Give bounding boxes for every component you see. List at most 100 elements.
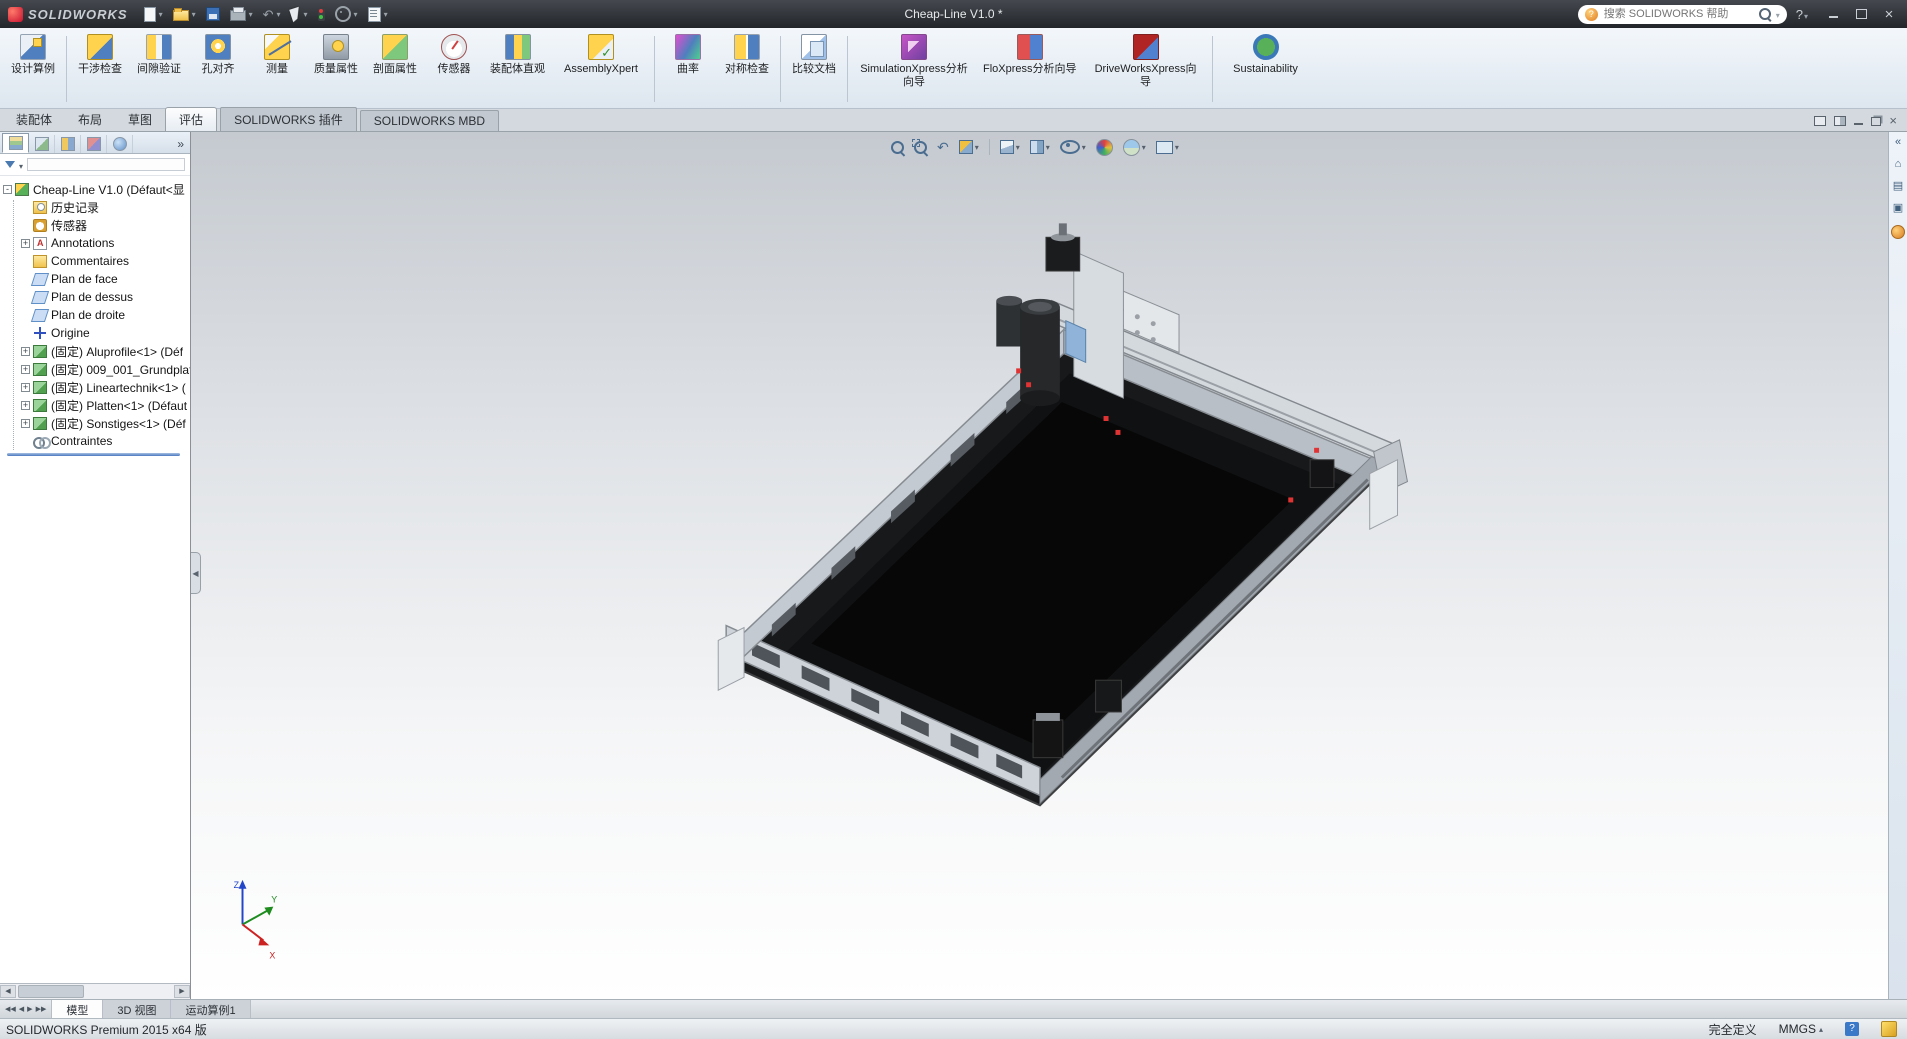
tree-item-mates[interactable]: Contraintes xyxy=(3,432,190,450)
tab-assembly[interactable]: 装配体 xyxy=(3,108,65,131)
tree-expander[interactable] xyxy=(21,329,30,338)
tab-sketch[interactable]: 草图 xyxy=(115,108,165,131)
design-library-icon[interactable] xyxy=(1893,181,1903,192)
save-button[interactable] xyxy=(202,5,224,23)
ribbon-button-hole-alignment[interactable]: 孔对齐 xyxy=(189,30,247,103)
tree-expander[interactable]: + xyxy=(21,401,30,410)
apply-scene-button[interactable] xyxy=(1123,139,1146,156)
ribbon-button-curvature[interactable]: 曲率 xyxy=(659,30,717,103)
tab-layout[interactable]: 布局 xyxy=(65,108,115,131)
help-menu-button[interactable] xyxy=(1796,7,1808,22)
display-style-button[interactable] xyxy=(1030,140,1050,154)
restore-document-icon[interactable] xyxy=(1871,117,1881,126)
tree-expander[interactable]: - xyxy=(3,185,12,194)
first-tab-button[interactable] xyxy=(5,1005,16,1013)
filter-dropdown-icon[interactable] xyxy=(19,158,23,172)
file-explorer-icon[interactable] xyxy=(1893,203,1903,214)
tab-evaluate[interactable]: 评估 xyxy=(165,107,217,131)
ribbon-button-sensor[interactable]: 传感器 xyxy=(425,30,483,103)
tree-expander[interactable]: + xyxy=(21,383,30,392)
undo-button[interactable] xyxy=(259,6,285,23)
tree-expander[interactable] xyxy=(21,437,30,446)
tree-expander[interactable]: + xyxy=(21,365,30,374)
ribbon-button-symmetry-check[interactable]: 对称检查 xyxy=(718,30,776,103)
zoom-area-button[interactable] xyxy=(914,141,927,154)
minimize-document-icon[interactable] xyxy=(1854,123,1863,125)
filter-funnel-icon[interactable] xyxy=(5,161,15,168)
search-input[interactable] xyxy=(1602,7,1755,21)
propertymanager-tab[interactable] xyxy=(29,135,55,153)
tree-expander[interactable]: + xyxy=(21,239,30,248)
scrollbar-thumb[interactable] xyxy=(18,985,84,998)
ribbon-button-compare-documents[interactable]: 比较文档 xyxy=(785,30,843,103)
featuremanager-tab[interactable] xyxy=(2,133,29,153)
ribbon-button-design-study[interactable]: 设计算例 xyxy=(4,30,62,103)
last-tab-button[interactable] xyxy=(36,1005,47,1013)
tree-item-component[interactable]: +(固定) Aluprofile<1> (Déf xyxy=(3,342,190,360)
view-settings-button[interactable] xyxy=(1156,141,1179,154)
tree-item-component[interactable]: +(固定) Platten<1> (Défaut xyxy=(3,396,190,414)
tree-expander[interactable] xyxy=(21,257,30,266)
tree-item-component[interactable]: +(固定) 009_001_Grundplat xyxy=(3,360,190,378)
tree-expander[interactable] xyxy=(21,311,30,320)
tree-expander[interactable]: + xyxy=(21,347,30,356)
tree-item-top-plane[interactable]: Plan de dessus xyxy=(3,288,190,306)
close-document-icon[interactable] xyxy=(1889,114,1897,128)
featuremanager-filter-input[interactable] xyxy=(27,158,185,171)
tree-item-annotations[interactable]: +Annotations xyxy=(3,234,190,252)
ribbon-button-sustainability[interactable]: Sustainability xyxy=(1217,30,1315,103)
collapse-icon[interactable] xyxy=(1895,137,1901,148)
tab-3d-views[interactable]: 3D 视图 xyxy=(103,1000,171,1018)
zoom-fit-button[interactable] xyxy=(891,141,904,154)
ribbon-button-simulationxpress[interactable]: SimulationXpress分析向导 xyxy=(852,30,976,103)
tree-expander[interactable] xyxy=(21,293,30,302)
ribbon-button-clearance-verify[interactable]: 间隙验证 xyxy=(130,30,188,103)
viewport-canvas[interactable]: Z Y X xyxy=(191,132,1888,999)
open-document-button[interactable] xyxy=(169,5,200,23)
rollback-bar[interactable] xyxy=(7,453,180,456)
rebuild-button[interactable] xyxy=(314,5,329,23)
ribbon-button-driveworksxpress[interactable]: DriveWorksXpress向导 xyxy=(1084,30,1208,103)
section-view-button[interactable] xyxy=(959,140,979,154)
ribbon-button-interference-check[interactable]: 干涉检查 xyxy=(71,30,129,103)
ribbon-button-measure[interactable]: 测量 xyxy=(248,30,306,103)
tree-item-component[interactable]: +(固定) Sonstiges<1> (Déf xyxy=(3,414,190,432)
close-button[interactable] xyxy=(1877,4,1901,24)
tree-item-sensors[interactable]: 传感器 xyxy=(3,216,190,234)
new-window-icon[interactable] xyxy=(1814,116,1826,126)
hide-show-items-button[interactable] xyxy=(1060,140,1086,154)
ribbon-button-assembly-visualization[interactable]: 装配体直观 xyxy=(484,30,551,103)
tab-model[interactable]: 模型 xyxy=(52,1000,103,1018)
resources-home-icon[interactable] xyxy=(1895,159,1902,170)
view-orientation-button[interactable] xyxy=(1000,140,1020,154)
edit-appearance-button[interactable] xyxy=(1096,139,1113,156)
tree-item-origin[interactable]: Origine xyxy=(3,324,190,342)
tree-item-front-plane[interactable]: Plan de face xyxy=(3,270,190,288)
configurationmanager-tab[interactable] xyxy=(55,135,81,153)
ribbon-button-assemblyxpert[interactable]: AssemblyXpert xyxy=(552,30,650,103)
file-properties-button[interactable] xyxy=(364,5,392,24)
quick-tips-icon[interactable] xyxy=(1845,1022,1859,1036)
tree-expander[interactable] xyxy=(21,203,30,212)
tab-motion-study[interactable]: 运动算例1 xyxy=(171,1000,250,1018)
displaymanager-tab[interactable] xyxy=(107,135,133,153)
tree-expander[interactable] xyxy=(21,275,30,284)
help-search-box[interactable]: ? xyxy=(1578,5,1787,24)
previous-tab-button[interactable] xyxy=(19,1005,24,1013)
new-document-button[interactable] xyxy=(140,5,167,24)
panel-splitter-handle[interactable] xyxy=(191,552,201,594)
search-scope-dropdown[interactable] xyxy=(1775,7,1780,21)
tile-windows-icon[interactable] xyxy=(1834,116,1846,126)
tree-item-component[interactable]: +(固定) Lineartechnik<1> ( xyxy=(3,378,190,396)
minimize-button[interactable] xyxy=(1821,4,1845,24)
tree-item-history[interactable]: 历史记录 xyxy=(3,198,190,216)
graphics-viewport[interactable]: Z Y X xyxy=(191,132,1888,999)
print-button[interactable] xyxy=(226,5,257,23)
cnc-machine-model[interactable] xyxy=(718,223,1407,805)
ribbon-button-section-properties[interactable]: 剖面属性 xyxy=(366,30,424,103)
panel-flyout-chevron-icon[interactable] xyxy=(177,137,188,153)
tree-item-root[interactable]: -Cheap-Line V1.0 (Défaut<显 xyxy=(3,180,190,198)
tab-solidworks-mbd[interactable]: SOLIDWORKS MBD xyxy=(360,110,499,131)
scroll-left-button[interactable] xyxy=(0,985,16,998)
tree-expander[interactable] xyxy=(21,221,30,230)
